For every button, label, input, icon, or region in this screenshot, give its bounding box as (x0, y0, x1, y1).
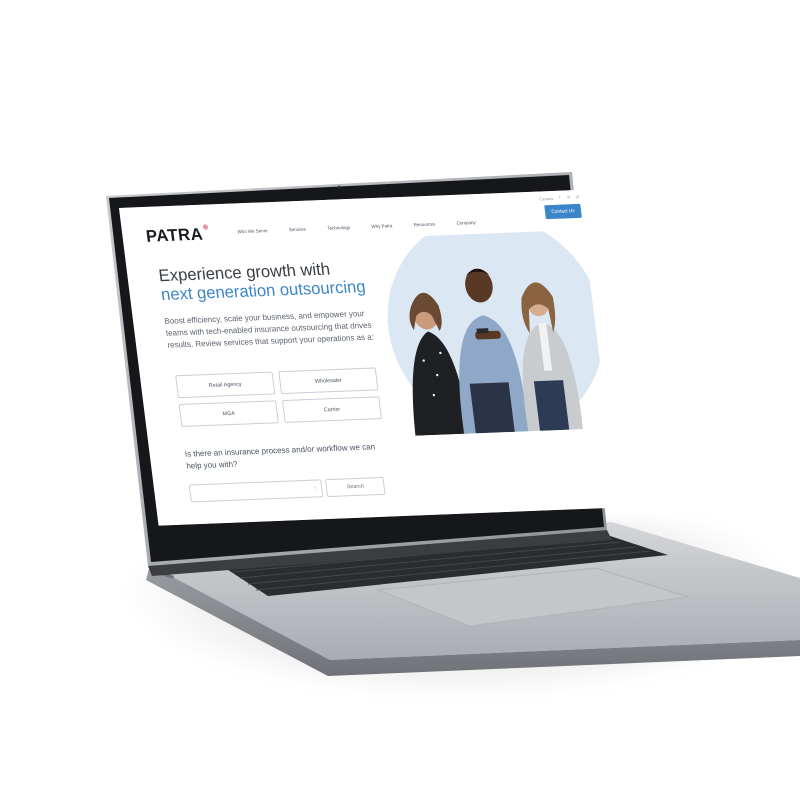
nav-who-we-serve[interactable]: Who We Serve (237, 228, 268, 234)
search-button[interactable]: Search (325, 476, 386, 498)
hero-title: Experience growth with next generation o… (158, 258, 367, 304)
linkedin-icon[interactable]: in (566, 194, 571, 199)
facebook-icon[interactable]: f (558, 195, 562, 200)
webcam (337, 185, 341, 189)
service-type-grid: Retail Agency Wholesaler MGA Carrier (175, 367, 384, 427)
nav-technology[interactable]: Technology (327, 225, 350, 231)
process-search-input[interactable]: ⌄ (188, 479, 324, 503)
main-nav: Who We Serve Services Technology Why Pat… (237, 220, 476, 234)
logo-mark: ® (202, 224, 210, 232)
utility-bar: Careers f in yt (539, 193, 580, 203)
nav-resources[interactable]: Resources (413, 222, 435, 228)
hero-team-photo (387, 229, 604, 436)
chevron-down-icon: ⌄ (312, 484, 318, 491)
screen: Careers f in yt PATRA® Who We Serve Serv… (119, 189, 626, 526)
mga-button[interactable]: MGA (178, 400, 279, 427)
carrier-button[interactable]: Carrier (281, 396, 383, 423)
youtube-icon[interactable]: yt (575, 194, 580, 199)
nav-why-patra[interactable]: Why Patra (371, 223, 393, 229)
patra-logo[interactable]: PATRA® (145, 224, 211, 246)
website-page: Careers f in yt PATRA® Who We Serve Serv… (119, 189, 626, 526)
wholesaler-button[interactable]: Wholesaler (278, 367, 379, 395)
hero-description: Boost efficiency, scale your business, a… (163, 309, 375, 350)
help-question: Is there an insurance process and/or wor… (184, 442, 376, 471)
nav-services[interactable]: Services (289, 227, 307, 233)
careers-link[interactable]: Careers (539, 195, 553, 201)
nav-company[interactable]: Company (456, 220, 476, 226)
logo-text: PATRA (144, 224, 205, 246)
retail-agency-button[interactable]: Retail Agency (175, 371, 276, 399)
contact-us-button[interactable]: Contact Us (544, 203, 582, 220)
